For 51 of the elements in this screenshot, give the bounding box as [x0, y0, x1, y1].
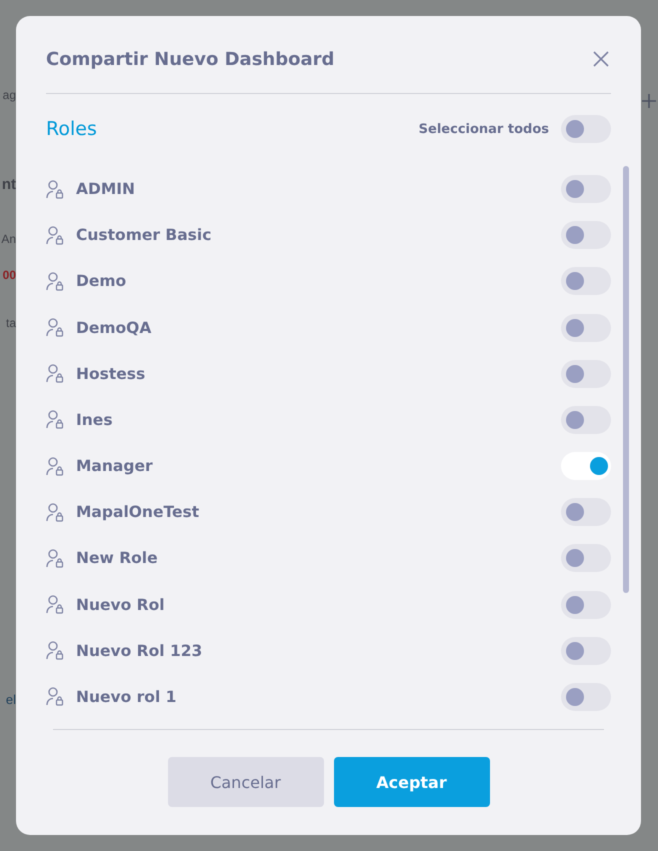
- cancel-button[interactable]: Cancelar: [168, 757, 324, 807]
- background-text: An: [1, 232, 16, 246]
- role-name: New Role: [76, 549, 159, 568]
- role-toggle[interactable]: [561, 636, 611, 665]
- user-lock-icon: [46, 410, 64, 430]
- role-toggle[interactable]: [561, 221, 611, 250]
- plus-icon: [642, 94, 656, 108]
- user-lock-icon: [46, 502, 64, 522]
- role-name: Nuevo Rol 123: [76, 642, 204, 660]
- background-text: ta: [6, 316, 16, 330]
- section-title: Roles: [46, 118, 98, 140]
- user-lock-icon: [46, 548, 64, 568]
- scrollbar-thumb[interactable]: [623, 166, 629, 593]
- role-name: Nuevo rol 1: [76, 688, 178, 706]
- user-lock-icon: [46, 364, 64, 384]
- dialog-title: Compartir Nuevo Dashboard: [46, 48, 334, 70]
- close-icon[interactable]: [593, 51, 609, 67]
- role-toggle[interactable]: [561, 406, 611, 434]
- role-name: Manager: [76, 457, 154, 476]
- role-toggle[interactable]: [561, 175, 611, 204]
- user-lock-icon: [46, 180, 64, 199]
- role-toggle[interactable]: [561, 498, 611, 526]
- role-toggle[interactable]: [561, 314, 611, 342]
- user-lock-icon: [46, 687, 64, 706]
- select-all-label: Seleccionar todos: [418, 122, 549, 136]
- accept-button[interactable]: Aceptar: [334, 757, 490, 807]
- user-lock-icon: [46, 272, 64, 291]
- user-lock-icon: [46, 318, 64, 338]
- role-toggle[interactable]: [561, 682, 611, 711]
- user-lock-icon: [46, 456, 64, 476]
- background-text: el: [6, 692, 16, 707]
- select-all-toggle[interactable]: [561, 115, 611, 143]
- background-text: nt: [2, 176, 16, 193]
- role-name: Nuevo Rol: [76, 596, 166, 614]
- role-toggle[interactable]: [561, 452, 611, 480]
- role-toggle[interactable]: [561, 360, 611, 388]
- role-toggle[interactable]: [561, 590, 611, 619]
- role-name: Demo: [76, 272, 128, 290]
- background-text: ag: [2, 88, 16, 102]
- role-toggle[interactable]: [561, 267, 611, 296]
- role-toggle[interactable]: [561, 544, 611, 572]
- user-lock-icon: [46, 595, 64, 614]
- role-name: Hostess: [76, 364, 146, 383]
- role-name: DemoQA: [76, 318, 152, 337]
- role-name: MapalOneTest: [76, 503, 200, 522]
- role-name: Customer Basic: [76, 226, 212, 244]
- user-lock-icon: [46, 226, 64, 245]
- background-text: 00: [2, 268, 16, 282]
- role-name: ADMIN: [76, 180, 136, 198]
- role-name: Ines: [76, 410, 114, 429]
- user-lock-icon: [46, 641, 64, 660]
